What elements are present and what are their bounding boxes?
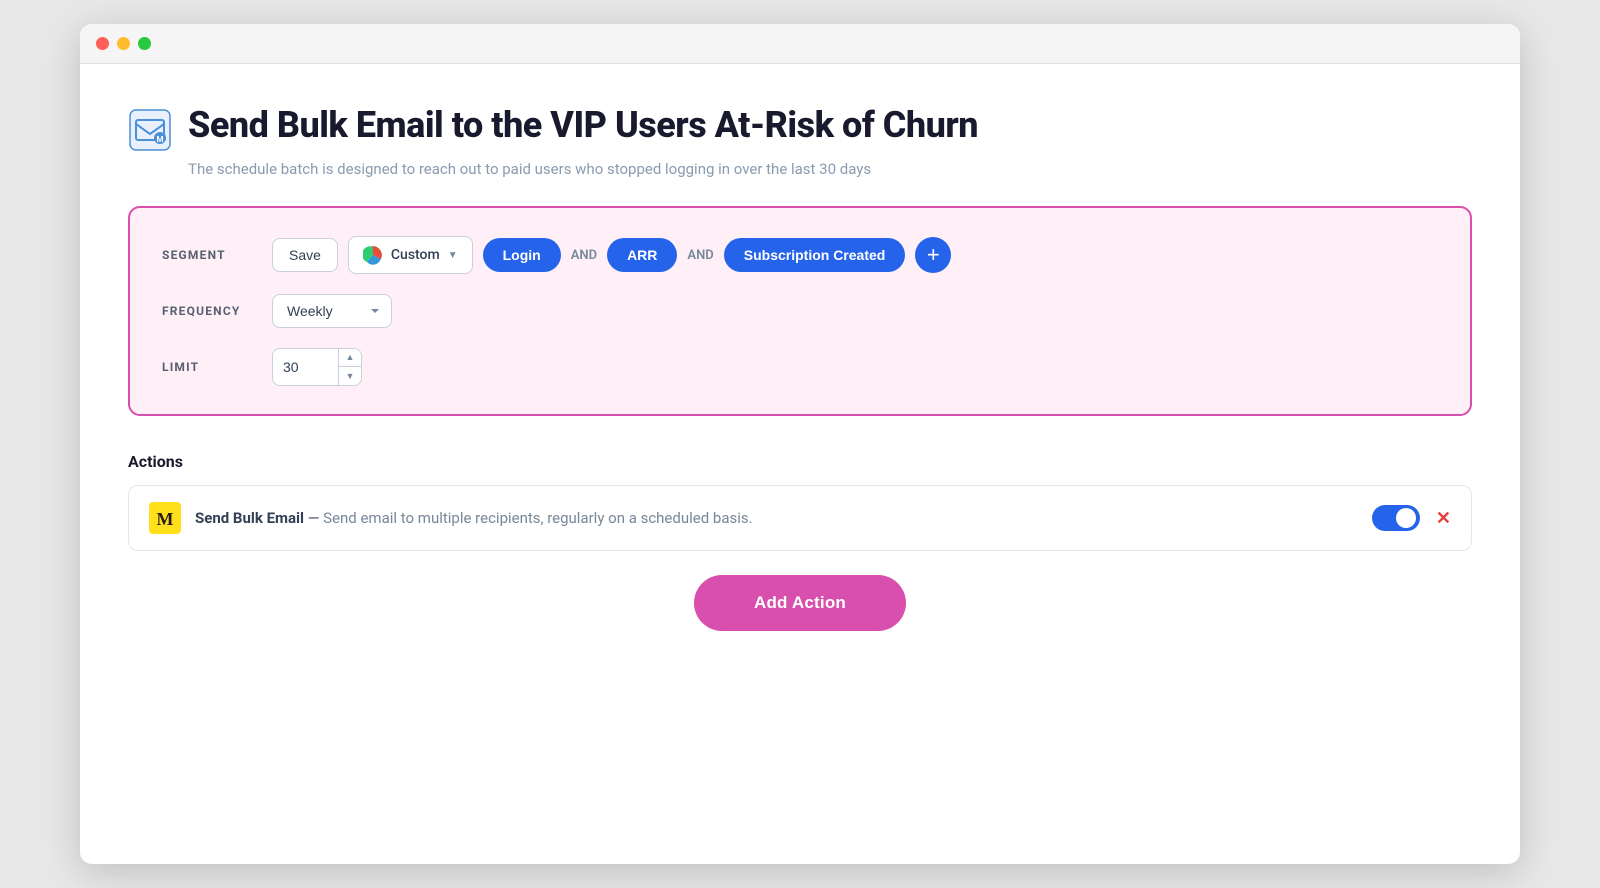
limit-spinners: ▲ ▼	[338, 349, 361, 385]
limit-input-wrap: ▲ ▼	[272, 348, 362, 386]
mailchimp-icon: M	[149, 502, 181, 534]
limit-row: LIMIT ▲ ▼	[162, 348, 1438, 386]
custom-dropdown[interactable]: Custom ▼	[348, 236, 473, 274]
frequency-label: FREQUENCY	[162, 304, 262, 318]
titlebar	[80, 24, 1520, 64]
frequency-select[interactable]: Weekly Daily Monthly	[272, 294, 392, 328]
actions-section: Actions M Send Bulk Email — Send email t…	[128, 452, 1472, 631]
main-content: M Send Bulk Email to the VIP Users At-Ri…	[80, 64, 1520, 864]
limit-label: LIMIT	[162, 360, 262, 374]
page-header: M Send Bulk Email to the VIP Users At-Ri…	[128, 104, 1472, 152]
page-title: Send Bulk Email to the VIP Users At-Risk…	[188, 104, 978, 147]
action-toggle[interactable]	[1372, 505, 1420, 531]
maximize-button[interactable]	[138, 37, 151, 50]
filter-login[interactable]: Login	[483, 238, 561, 272]
action-icon: M	[149, 502, 181, 534]
app-window: M Send Bulk Email to the VIP Users At-Ri…	[80, 24, 1520, 864]
action-name: Send Bulk Email	[195, 509, 304, 527]
and-1: AND	[571, 248, 597, 263]
toggle-slider	[1372, 505, 1420, 531]
filter-arr[interactable]: ARR	[607, 238, 677, 272]
segment-row: SEGMENT Save Custom ▼ Login AND	[162, 236, 1438, 274]
save-button[interactable]: Save	[272, 238, 338, 272]
dropdown-chevron: ▼	[448, 250, 458, 261]
page-icon: M	[128, 108, 172, 152]
svg-text:M: M	[156, 135, 163, 144]
segment-dropdown-icon	[363, 245, 383, 265]
limit-down[interactable]: ▼	[339, 367, 361, 385]
limit-input[interactable]	[273, 351, 338, 383]
add-filter-button[interactable]: +	[915, 237, 951, 273]
action-description: Send email to multiple recipients, regul…	[323, 509, 752, 527]
and-2: AND	[687, 248, 713, 263]
svg-text:M: M	[157, 509, 174, 529]
action-text: Send Bulk Email — Send email to multiple…	[195, 509, 1358, 527]
action-card: M Send Bulk Email — Send email to multip…	[128, 485, 1472, 551]
segment-box: SEGMENT Save Custom ▼ Login AND	[128, 206, 1472, 416]
actions-title: Actions	[128, 452, 1472, 471]
action-separator: —	[304, 509, 323, 527]
custom-label: Custom	[391, 247, 440, 263]
minimize-button[interactable]	[117, 37, 130, 50]
remove-action-button[interactable]: ✕	[1436, 509, 1451, 527]
filter-subscription[interactable]: Subscription Created	[724, 238, 906, 272]
segment-label: SEGMENT	[162, 248, 262, 262]
close-button[interactable]	[96, 37, 109, 50]
limit-up[interactable]: ▲	[339, 349, 361, 367]
page-subtitle: The schedule batch is designed to reach …	[188, 160, 1472, 178]
toggle-wrap: ✕	[1372, 505, 1451, 531]
add-action-button[interactable]: Add Action	[694, 575, 906, 631]
frequency-row: FREQUENCY Weekly Daily Monthly	[162, 294, 1438, 328]
